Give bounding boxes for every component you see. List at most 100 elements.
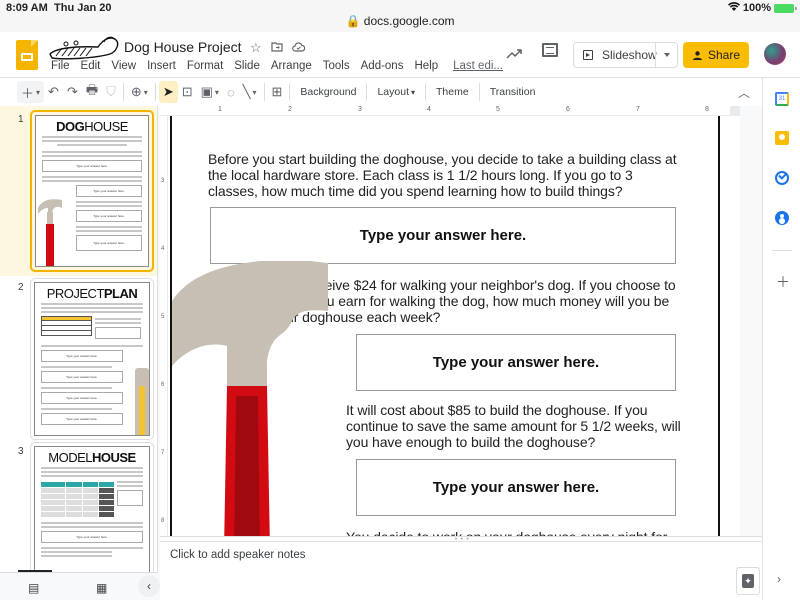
ruler-mark: 8 xyxy=(705,106,709,113)
move-to-folder-icon[interactable] xyxy=(271,40,283,56)
speaker-notes-placeholder[interactable]: Click to add speaker notes xyxy=(170,549,306,561)
explore-icon: ✦ xyxy=(742,574,754,588)
contacts-icon[interactable] xyxy=(775,211,789,225)
shape-icon[interactable]: ◌ xyxy=(223,81,239,103)
hammer-illustration xyxy=(172,261,328,536)
thumb-title-light: PROJECT xyxy=(46,286,105,301)
grid-view-icon[interactable]: ▦ xyxy=(96,581,107,595)
undo-icon[interactable]: ↶ xyxy=(44,81,63,103)
thumb-answer-box: Type your answer here. xyxy=(42,160,142,172)
slide-filmstrip[interactable]: 1 DOGHOUSE Type your answer here. Type y… xyxy=(0,106,158,572)
slide-number: 3 xyxy=(18,446,24,457)
menu-file[interactable]: File xyxy=(51,60,70,72)
layout-button[interactable]: Layout ▾ xyxy=(370,81,422,103)
thumb-answer-box: Type your answer here. xyxy=(76,185,142,197)
thumb-answer-box: Type your answer here. xyxy=(41,371,123,383)
ios-status-bar: 8:09 AM Thu Jan 20 🔒 docs.google.com 100… xyxy=(0,0,800,32)
thumb-answer-box: Type your answer here. xyxy=(76,210,142,222)
paint-format-icon[interactable]: ⛉ xyxy=(102,81,120,103)
text-box-icon[interactable]: ⊡ xyxy=(178,81,197,103)
app-header: Dog House Project ☆ File Edit View Inser… xyxy=(0,32,800,78)
line-icon[interactable]: ╲ ▾ xyxy=(239,81,261,103)
slide-canvas[interactable]: Before you start building the doghouse, … xyxy=(168,116,740,536)
explore-button[interactable]: ✦ xyxy=(736,567,760,595)
cloud-saved-icon[interactable] xyxy=(291,40,305,56)
slideshow-options-dropdown-icon[interactable] xyxy=(664,53,670,57)
status-indicators: 100% xyxy=(727,2,797,14)
tasks-icon[interactable] xyxy=(775,171,789,185)
document-title[interactable]: Dog House Project xyxy=(124,39,242,55)
get-addons-icon[interactable]: ＋ xyxy=(776,272,790,292)
share-button[interactable]: Share xyxy=(683,42,749,68)
menu-format[interactable]: Format xyxy=(187,60,223,72)
menu-insert[interactable]: Insert xyxy=(147,60,176,72)
question-1-text[interactable]: Before you start building the doghouse, … xyxy=(208,151,678,199)
address-bar[interactable]: 🔒 docs.google.com xyxy=(0,14,800,28)
filmstrip-scrollbar[interactable] xyxy=(18,570,52,572)
current-slide[interactable]: Before you start building the doghouse, … xyxy=(170,116,720,536)
thumb-answer-box: Type your answer here. xyxy=(41,531,143,543)
ruler-mark: 6 xyxy=(161,382,165,388)
select-tool-icon[interactable]: ➤ xyxy=(158,81,178,103)
transition-button[interactable]: Transition xyxy=(483,81,543,103)
speaker-notes[interactable]: Click to add speaker notes ✦ xyxy=(160,542,762,600)
question-4-text[interactable]: You decide to work on your doghouse ever… xyxy=(346,529,686,536)
add-comment-icon[interactable]: ⊞ xyxy=(268,81,287,103)
insert-image-icon[interactable]: ▣ ▾ xyxy=(197,81,223,103)
wifi-icon xyxy=(727,2,740,14)
last-edit-link[interactable]: Last edi... xyxy=(453,60,503,72)
thumb-answer-box: Type your answer here. xyxy=(41,413,123,425)
answer-box-2[interactable]: Type your answer here. xyxy=(356,334,676,391)
hide-side-panel-icon[interactable]: › xyxy=(777,572,781,586)
ruler-mark: 7 xyxy=(636,106,640,113)
menu-arrange[interactable]: Arrange xyxy=(271,60,312,72)
new-slide-button[interactable]: ＋ ▾ xyxy=(17,81,45,103)
star-icon[interactable]: ☆ xyxy=(250,40,262,56)
menu-slide[interactable]: Slide xyxy=(234,60,260,72)
keep-icon[interactable] xyxy=(775,131,789,145)
canvas-scroll-gutter[interactable] xyxy=(740,106,762,536)
thumb-title-bold: HOUSE xyxy=(92,450,136,465)
status-date: Thu Jan 20 xyxy=(54,2,112,14)
ruler-mark: 2 xyxy=(288,106,292,113)
calendar-icon[interactable]: 31 xyxy=(775,92,789,106)
slides-logo-icon[interactable] xyxy=(16,40,38,70)
comment-history-icon[interactable] xyxy=(542,43,558,57)
question-3-text[interactable]: It will cost about $85 to build the dogh… xyxy=(346,402,681,450)
ruler-mark: 4 xyxy=(427,106,431,113)
menu-addons[interactable]: Add-ons xyxy=(361,60,404,72)
slide-thumbnail-3[interactable]: MODELHOUSE Type your answer here. xyxy=(30,442,154,572)
theme-button[interactable]: Theme xyxy=(429,81,476,103)
filmstrip-view-icon[interactable]: ▤ xyxy=(28,581,39,595)
layout-label: Layout xyxy=(377,86,409,98)
zoom-icon[interactable]: ⊕ ▾ xyxy=(127,81,152,103)
slide-thumbnail-2[interactable]: PROJECTPLAN Type your answer here. Type … xyxy=(30,278,154,440)
ruler-mark: 6 xyxy=(566,106,570,113)
answer-box-3[interactable]: Type your answer here. xyxy=(356,459,676,516)
vertical-ruler[interactable]: 3 4 5 6 7 8 xyxy=(160,116,168,536)
ruler-mark: 8 xyxy=(161,518,165,524)
wrench-icon xyxy=(135,368,149,435)
answer-box-1[interactable]: Type your answer here. xyxy=(210,207,676,264)
filmstrip-footer: ▤ ▦ ‹ xyxy=(0,570,160,600)
slideshow-button[interactable]: Slideshow xyxy=(573,42,678,68)
toolbar: ＋ ▾ ↶ ↷ 🖶 ⛉ ⊕ ▾ ➤ ⊡ ▣ ▾ ◌ ╲ ▾ ⊞ Background L… xyxy=(0,78,762,106)
collapse-filmstrip-button[interactable]: ‹ xyxy=(138,575,160,597)
menu-edit[interactable]: Edit xyxy=(81,60,101,72)
print-icon[interactable]: 🖶 xyxy=(82,81,102,103)
horizontal-ruler[interactable]: 1 2 3 4 5 6 7 8 xyxy=(160,106,740,116)
slide-thumbnail-1[interactable]: DOGHOUSE Type your answer here. Type you… xyxy=(30,110,154,272)
menu-view[interactable]: View xyxy=(111,60,136,72)
slide-number: 2 xyxy=(18,282,24,293)
menu-help[interactable]: Help xyxy=(414,60,438,72)
redo-icon[interactable]: ↷ xyxy=(63,81,82,103)
collapse-toolbar-icon[interactable]: ︿ xyxy=(738,84,750,101)
user-avatar[interactable] xyxy=(764,43,786,65)
status-time: 8:09 AM xyxy=(6,2,48,14)
ruler-mark: 1 xyxy=(218,106,222,113)
menu-tools[interactable]: Tools xyxy=(323,60,350,72)
background-button[interactable]: Background xyxy=(293,81,363,103)
activity-trend-icon[interactable] xyxy=(506,46,522,62)
thumb-title-bold: PLAN xyxy=(103,286,138,301)
thumb-title-light: HOUSE xyxy=(84,119,128,134)
